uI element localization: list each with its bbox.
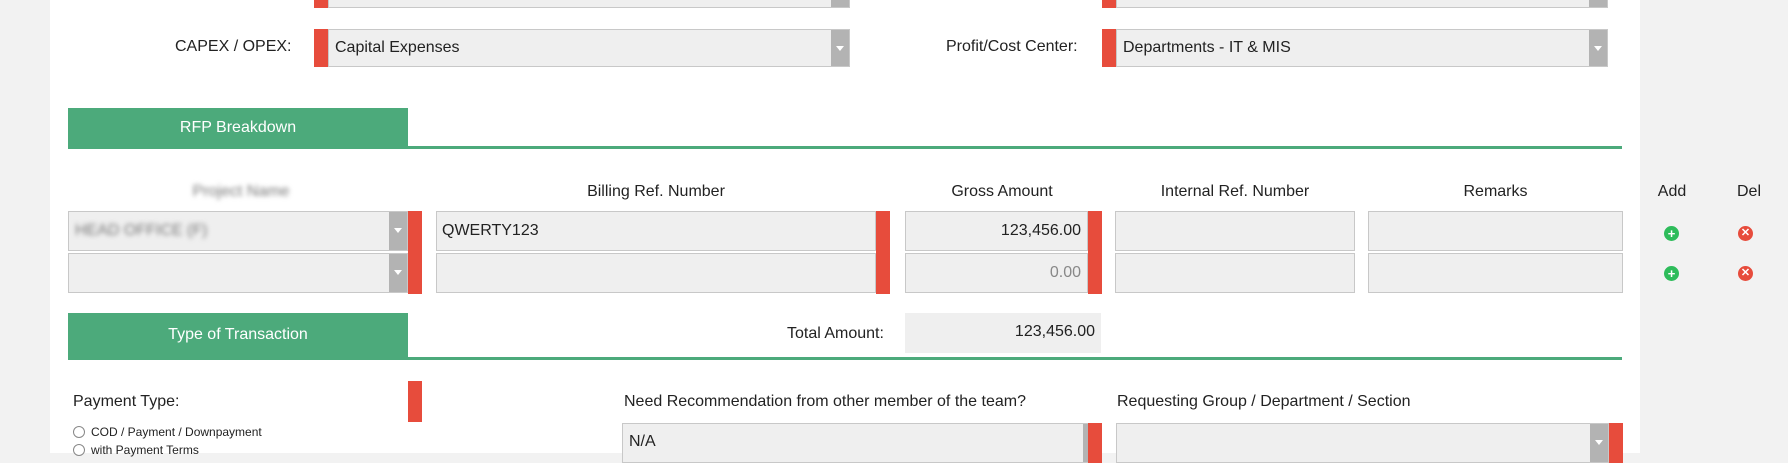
required-marker	[1102, 0, 1116, 8]
column-header-project: Project Name	[192, 183, 290, 200]
required-marker	[1088, 211, 1102, 294]
column-header-gross: Gross Amount	[951, 183, 1053, 200]
profit-cost-center-label: Profit/Cost Center:	[946, 38, 1078, 55]
capex-opex-value: Capital Expenses	[335, 39, 460, 56]
profit-cost-center-value: Departments - IT & MIS	[1123, 39, 1291, 56]
section-divider	[68, 146, 1622, 149]
billing-ref-input[interactable]	[436, 253, 876, 293]
billing-ref-input[interactable]: QWERTY123	[436, 211, 876, 251]
required-marker	[1102, 29, 1116, 67]
chevron-down-icon	[831, 0, 849, 7]
recommendation-value: N/A	[629, 433, 656, 450]
payment-option-label: COD / Payment / Downpayment	[91, 425, 262, 439]
required-marker	[408, 381, 422, 422]
payment-option-radio[interactable]	[73, 426, 85, 438]
type-of-transaction-tab: Type of Transaction	[68, 313, 408, 357]
delete-row-icon[interactable]: ✕	[1738, 266, 1753, 281]
payment-type-label: Payment Type:	[73, 393, 180, 410]
total-amount-field: 123,456.00	[905, 313, 1101, 353]
required-marker	[876, 211, 890, 294]
remarks-input[interactable]	[1368, 211, 1623, 251]
required-marker	[1088, 423, 1102, 463]
column-header-add: Add	[1657, 183, 1687, 200]
chevron-down-icon	[389, 212, 407, 250]
add-row-icon[interactable]: +	[1664, 226, 1679, 241]
section-divider	[68, 357, 1622, 360]
chevron-down-icon	[1590, 424, 1608, 462]
chevron-down-icon	[1589, 0, 1607, 7]
capex-opex-select[interactable]: Capital Expenses	[328, 29, 850, 67]
add-row-icon[interactable]: +	[1664, 266, 1679, 281]
capex-opex-label: CAPEX / OPEX:	[175, 38, 292, 55]
remarks-input[interactable]	[1368, 253, 1623, 293]
top-left-select[interactable]	[328, 0, 850, 8]
total-amount-label: Total Amount:	[787, 325, 884, 342]
gross-amount-input[interactable]: 0.00	[905, 253, 1088, 293]
requesting-group-label: Requesting Group / Department / Section	[1117, 393, 1411, 410]
internal-ref-input[interactable]	[1115, 253, 1355, 293]
project-select[interactable]	[68, 253, 408, 293]
recommendation-label: Need Recommendation from other member of…	[624, 393, 1026, 410]
delete-row-icon[interactable]: ✕	[1738, 226, 1753, 241]
column-header-remarks: Remarks	[1463, 183, 1528, 200]
chevron-down-icon	[1589, 30, 1607, 66]
column-header-internal: Internal Ref. Number	[1160, 183, 1310, 200]
required-marker	[408, 211, 422, 294]
recommendation-select[interactable]: N/A	[622, 423, 1102, 463]
chevron-down-icon	[831, 30, 849, 66]
gross-amount-input[interactable]: 123,456.00	[905, 211, 1088, 251]
internal-ref-input[interactable]	[1115, 211, 1355, 251]
profit-cost-center-select[interactable]: Departments - IT & MIS	[1116, 29, 1608, 67]
requesting-group-select[interactable]	[1116, 423, 1609, 463]
column-header-billing: Billing Ref. Number	[587, 183, 725, 200]
column-header-del: Del	[1736, 183, 1761, 200]
rfp-breakdown-tab: RFP Breakdown	[68, 108, 408, 148]
required-marker	[314, 29, 328, 67]
project-value: HEAD OFFICE (F)	[75, 222, 208, 239]
payment-option-radio[interactable]	[73, 444, 85, 456]
required-marker	[1609, 423, 1623, 463]
payment-option-label: with Payment Terms	[91, 443, 199, 457]
required-marker	[314, 0, 328, 8]
top-right-select[interactable]	[1116, 0, 1608, 8]
project-select[interactable]: HEAD OFFICE (F)	[68, 211, 408, 251]
chevron-down-icon	[389, 254, 407, 292]
